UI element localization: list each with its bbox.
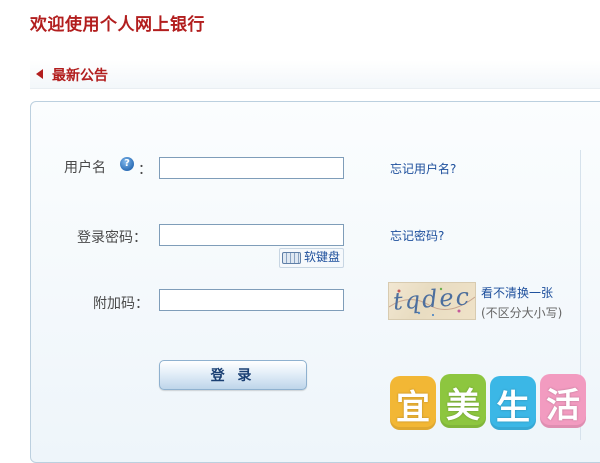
username-label: 用户名 bbox=[64, 157, 106, 177]
captcha-image[interactable]: tqdec bbox=[388, 282, 476, 320]
password-input[interactable] bbox=[159, 224, 344, 246]
forgot-username-link[interactable]: 忘记用户名? bbox=[390, 160, 456, 177]
watermark-tile-2: 美 bbox=[440, 374, 486, 428]
watermark-char-4: 活 bbox=[546, 386, 580, 426]
page-title: 欢迎使用个人网上银行 bbox=[30, 15, 205, 35]
notice-bar[interactable]: 最新公告 bbox=[30, 60, 600, 89]
captcha-case-note: (不区分大小写) bbox=[481, 306, 563, 320]
left-arrow-icon bbox=[36, 69, 43, 79]
soft-keyboard-button[interactable]: 软键盘 bbox=[279, 248, 345, 268]
forgot-password-link[interactable]: 忘记密码? bbox=[390, 227, 444, 244]
watermark-tile-4: 活 bbox=[540, 374, 586, 428]
username-colon: ： bbox=[138, 162, 152, 178]
watermark-char-3: 生 bbox=[496, 388, 530, 428]
username-label-text: 用户名 bbox=[64, 160, 106, 176]
captcha-refresh-link[interactable]: 看不清换一张 bbox=[481, 284, 553, 301]
soft-keyboard-label: 软键盘 bbox=[304, 250, 341, 264]
password-label: 登录密码： bbox=[77, 230, 147, 246]
login-button[interactable]: 登 录 bbox=[159, 360, 307, 390]
username-input[interactable] bbox=[159, 157, 344, 179]
help-icon[interactable]: ? bbox=[120, 157, 134, 171]
watermark-char-1: 宜 bbox=[396, 388, 430, 428]
watermark-char-2: 美 bbox=[446, 386, 480, 426]
captcha-input[interactable] bbox=[159, 289, 344, 311]
watermark-tile-3: 生 bbox=[490, 376, 536, 430]
keyboard-icon bbox=[282, 251, 301, 264]
notice-label: 最新公告 bbox=[52, 68, 108, 84]
watermark-tile-1: 宜 bbox=[390, 376, 436, 430]
captcha-text: tqdec bbox=[392, 282, 472, 316]
captcha-label: 附加码： bbox=[93, 296, 149, 312]
